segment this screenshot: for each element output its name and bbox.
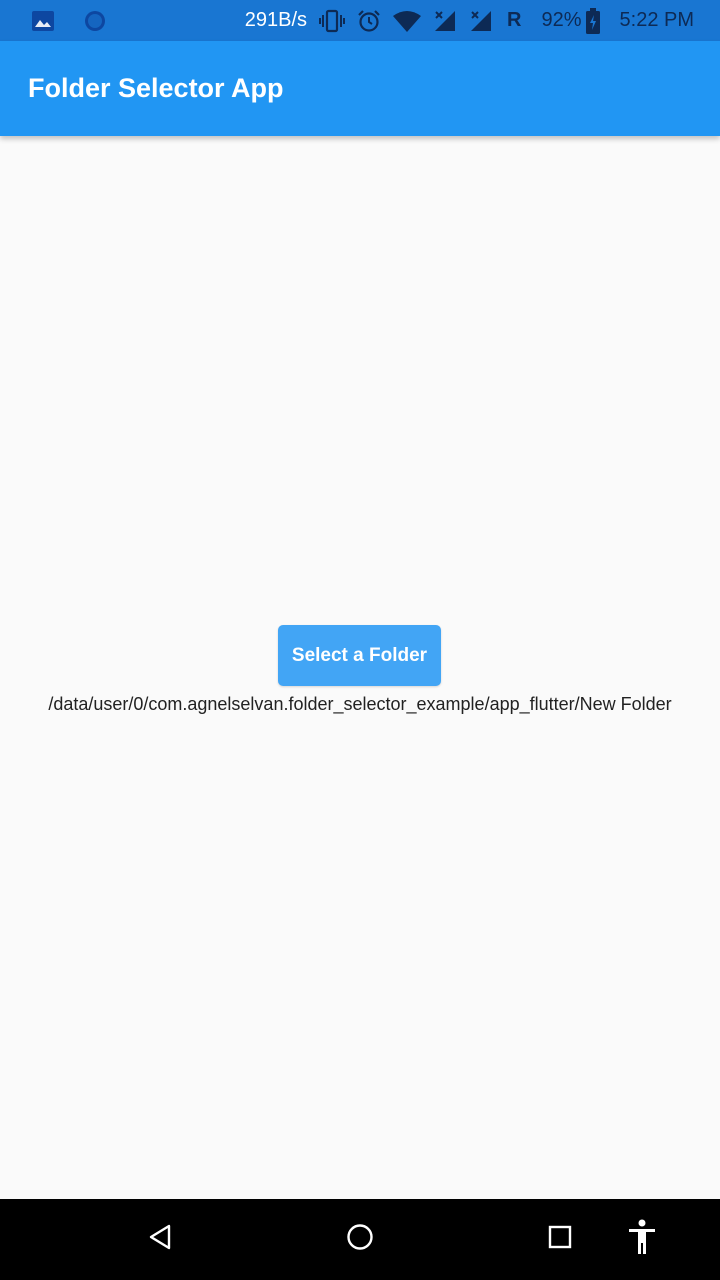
clock: 5:22 PM [619, 9, 694, 31]
network-type: R [507, 9, 522, 31]
selected-folder-path: /data/user/0/com.agnelselvan.folder_sele… [48, 694, 672, 714]
alarm-icon [357, 9, 381, 33]
navigation-bar [0, 1199, 720, 1280]
status-left [32, 0, 106, 41]
signal-x-icon [433, 9, 457, 33]
page-title: Folder Selector App [28, 73, 284, 103]
home-icon [346, 1223, 374, 1256]
battery-percent: 92% [541, 9, 582, 31]
recents-icon [548, 1225, 572, 1254]
home-button[interactable] [340, 1199, 380, 1280]
battery-charging-icon [585, 7, 600, 34]
back-icon [147, 1223, 173, 1256]
image-icon [32, 10, 54, 31]
wifi-icon [393, 10, 422, 32]
recents-button[interactable] [540, 1199, 580, 1280]
app-bar: Folder Selector App [0, 41, 720, 136]
back-button[interactable] [140, 1199, 180, 1280]
vibrate-icon [319, 9, 346, 33]
signal-x-icon [469, 9, 493, 33]
status-right: 291B/s R 92% 5:22 PM [245, 0, 694, 41]
status-bar: 291B/s R 92% 5:22 PM [0, 0, 720, 41]
accessibility-icon [627, 1219, 657, 1260]
accessibility-button[interactable] [622, 1199, 662, 1280]
network-speed: 291B/s [244, 9, 308, 31]
circle-app-icon [84, 10, 106, 32]
select-folder-button[interactable]: Select a Folder [278, 625, 441, 686]
main-content: Select a Folder /data/user/0/com.agnelse… [0, 136, 720, 1199]
